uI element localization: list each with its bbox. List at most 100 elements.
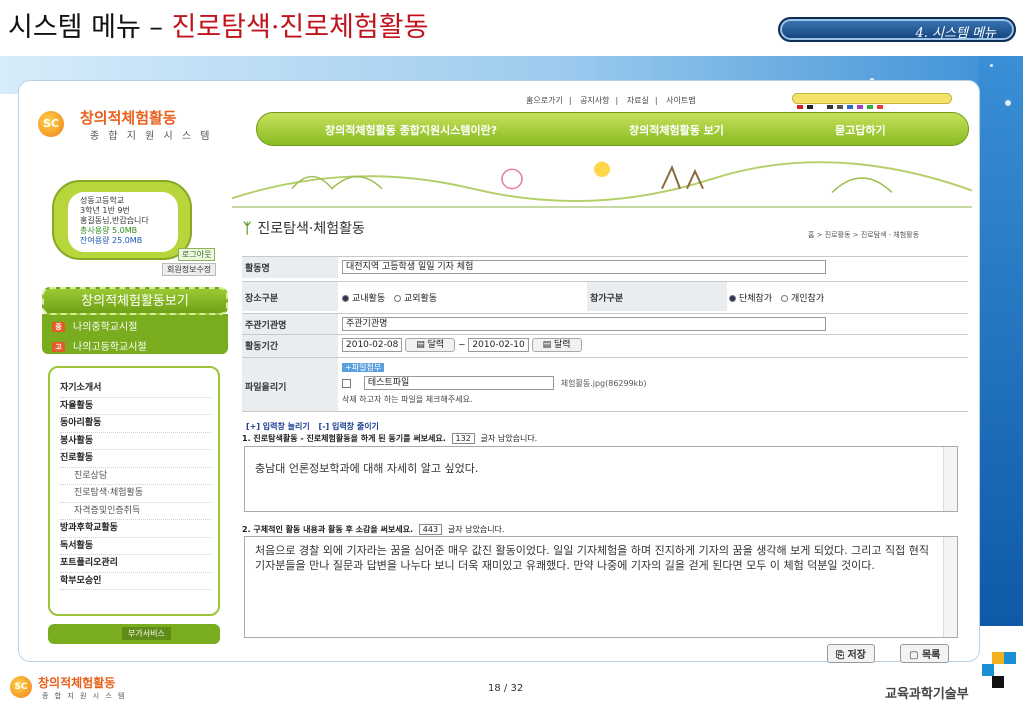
sidebar-menu-item[interactable]: 진로탐색·체험활동 [60, 485, 212, 503]
list-button[interactable]: ▢ 목록 [900, 644, 950, 663]
file-row: 파일올리기 +파일첨부 테스트파일 체험활동.jpg(86299kb) 삭제 하… [242, 357, 968, 412]
top-links: 홈으로가기 | 공지사항 | 자료실 | 사이트맵 [526, 96, 696, 105]
activity-name-input[interactable]: 대전지역 고등학생 일일 기자 체험 [342, 260, 826, 274]
place-radio-outside[interactable] [394, 295, 401, 302]
profile-widget: 성동고등학교 3학년 1반 9번 홍길동님,반갑습니다 총사용량 5.0MB 잔… [52, 180, 227, 276]
calendar-icon: ▤ [416, 340, 428, 350]
expand-input-link[interactable]: [+] 입력창 늘리기 [246, 422, 310, 431]
theme-swatch[interactable] [847, 105, 853, 109]
question-1-text: 1. 진로탐색활동 - 진로체험활동을 하게 된 동기를 써보세요. [242, 434, 446, 443]
sparkle-icon [1005, 100, 1011, 106]
theme-swatch[interactable] [877, 105, 883, 109]
logout-button[interactable]: 로그아웃 [178, 248, 216, 261]
nav-about[interactable]: 창의적체험활동 종합지원시스템이란? [325, 122, 497, 138]
shrink-input-link[interactable]: [-] 입력창 줄이기 [319, 422, 379, 431]
theme-swatch[interactable] [837, 105, 843, 109]
answer-1-scrollbar[interactable] [943, 447, 957, 511]
place-option-outside: 교외활동 [404, 294, 438, 304]
theme-swatch[interactable] [857, 105, 863, 109]
period-label: 활동기간 [242, 335, 338, 357]
slide-title-main: 시스템 메뉴 – [8, 12, 172, 43]
sidebar-menu-item[interactable]: 진로상담 [60, 468, 212, 485]
theme-swatch[interactable] [807, 105, 813, 109]
sidebar-menu-item[interactable]: 진로활동 [60, 450, 212, 468]
participation-radio-group[interactable] [729, 295, 736, 302]
question-2-remaining: 글자 남았습니다. [447, 525, 505, 534]
calendar-icon: ▤ [542, 340, 554, 350]
greeting: 홍길동님,반갑습니다 [80, 216, 149, 225]
place-label: 장소구분 [242, 282, 338, 311]
middle-school-link[interactable]: 중 나의중학교시절 [52, 318, 222, 333]
middle-school-mark: 중 [52, 322, 65, 332]
sidebar-menu: 자기소개서 자율활동 동아리활동 봉사활동 진로활동 진로상담 진로탐색·체험활동 자격증및인… [48, 366, 220, 616]
sidebar-menu-item[interactable]: 방과후학교활동 [60, 520, 212, 538]
attach-file-button[interactable]: +파일첨부 [342, 363, 385, 372]
breadcrumb: 홈 > 진로활동 > 진로탐색 · 체험활동 [808, 231, 920, 239]
sidebar-menu-item[interactable]: 학부모승인 [60, 573, 212, 590]
place-option-inside: 교내활동 [352, 294, 386, 304]
sidebar-menu-item[interactable]: 자율활동 [60, 398, 212, 415]
sidebar-menu-item[interactable]: 동아리활동 [60, 415, 212, 433]
category-row: 장소구분 교내활동 교외활동 참가구분 단체참가 개인참가 [242, 281, 968, 311]
sidebar-menu-item[interactable]: 독서활동 [60, 538, 212, 555]
theme-swatch[interactable] [797, 105, 803, 109]
sprout-icon: ᛉ [243, 221, 252, 237]
sidebar-menu-item[interactable]: 자기소개서 [60, 380, 212, 398]
answer-2-text: 처음으로 경찰 외에 기자라는 꿈을 심어준 매우 값진 활동이었다. 일일 기… [255, 544, 930, 572]
question-1-counter: 132 [451, 433, 475, 444]
period-row: 활동기간 2010-02-08 ▤ 달력 ~ 2010-02-10 ▤ 달력 [242, 334, 968, 357]
sidebar-menu-item[interactable]: 봉사활동 [60, 433, 212, 450]
sitemap-link[interactable]: 사이트맵 [666, 96, 695, 105]
question-2-text: 2. 구체적인 활동 내용과 활동 후 소감을 써보세요. [242, 525, 413, 534]
sidebar-menu-item[interactable]: 자격증및인증취득 [60, 503, 212, 520]
footer-logo-title: 창의적체험활동 [38, 676, 116, 690]
notice-link[interactable]: 공지사항 [580, 96, 609, 105]
file-info: 체험활동.jpg(86299kb) [560, 378, 647, 388]
middle-school-label: 나의중학교시절 [73, 322, 138, 333]
end-calendar-button[interactable]: ▤ 달력 [531, 338, 582, 352]
list-label: 목록 [921, 650, 941, 661]
service-button[interactable]: 부가서비스 [122, 627, 171, 640]
start-date-input[interactable]: 2010-02-08 [342, 338, 403, 352]
theme-swatch[interactable] [867, 105, 873, 109]
delete-file-checkbox[interactable] [342, 378, 351, 388]
theme-swatch[interactable] [827, 105, 833, 109]
answer-2-textarea[interactable]: 처음으로 경찰 외에 기자라는 꿈을 심어준 매우 값진 활동이었다. 일일 기… [244, 536, 958, 638]
school-name: 성동고등학교 [80, 196, 125, 205]
question-1: 1. 진로탐색활동 - 진로체험활동을 하게 된 동기를 써보세요. 132 글… [242, 433, 537, 444]
list-icon: ▢ [909, 650, 922, 661]
calendar-label: 달력 [427, 340, 445, 350]
nav-view[interactable]: 창의적체험활동 보기 [629, 122, 724, 138]
start-calendar-button[interactable]: ▤ 달력 [405, 338, 456, 352]
nav-qna[interactable]: 묻고답하기 [835, 122, 886, 138]
page-number: 18 / 32 [488, 683, 524, 694]
ministry-logo: 교육과학기술부 [885, 687, 969, 702]
participation-label: 참가구분 [587, 282, 727, 311]
logo-title: 창의적체험활동 [80, 109, 177, 127]
edit-profile-button[interactable]: 회원정보수정 [162, 263, 217, 276]
site-logo[interactable]: SC 창의적체험활동 종 합 지 원 시 스 템 [38, 107, 233, 147]
file-note: 삭제 하고자 하는 파일을 체크해주세요. [342, 395, 473, 404]
color-theme-selector[interactable] [792, 93, 952, 109]
slide-title: 시스템 메뉴 – 진로탐색·진로체험활동 [8, 5, 428, 44]
class-info: 3학년 1반 9번 [80, 206, 130, 215]
sparkle-icon [990, 64, 993, 67]
profile-tv: 성동고등학교 3학년 1반 9번 홍길동님,반갑습니다 총사용량 5.0MB 잔… [52, 180, 192, 260]
file-name-input[interactable]: 테스트파일 [363, 376, 554, 390]
high-school-mark: 고 [52, 342, 65, 352]
sidebar-menu-item[interactable]: 포트폴리오관리 [60, 555, 212, 573]
place-radio-inside[interactable] [342, 295, 349, 302]
end-date-input[interactable]: 2010-02-10 [468, 338, 529, 352]
resources-link[interactable]: 자료실 [627, 96, 649, 105]
date-separator: ~ [458, 340, 466, 351]
participation-radio-individual[interactable] [781, 295, 788, 302]
logo-mark: SC [38, 111, 64, 137]
sidebar-header[interactable]: 창의적체험활동보기 [42, 287, 228, 315]
save-button[interactable]: ⎘ 저장 [827, 644, 875, 663]
host-input[interactable]: 주관기관명 [342, 317, 826, 331]
answer-1-textarea[interactable]: 충남대 언론정보학과에 대해 자세히 알고 싶었다. [244, 446, 958, 512]
home-link[interactable]: 홈으로가기 [526, 96, 563, 105]
profile-screen: 성동고등학교 3학년 1반 9번 홍길동님,반갑습니다 총사용량 5.0MB 잔… [68, 192, 178, 252]
answer-2-scrollbar[interactable] [943, 537, 957, 637]
high-school-link[interactable]: 고 나의고등학교시절 [52, 338, 222, 353]
